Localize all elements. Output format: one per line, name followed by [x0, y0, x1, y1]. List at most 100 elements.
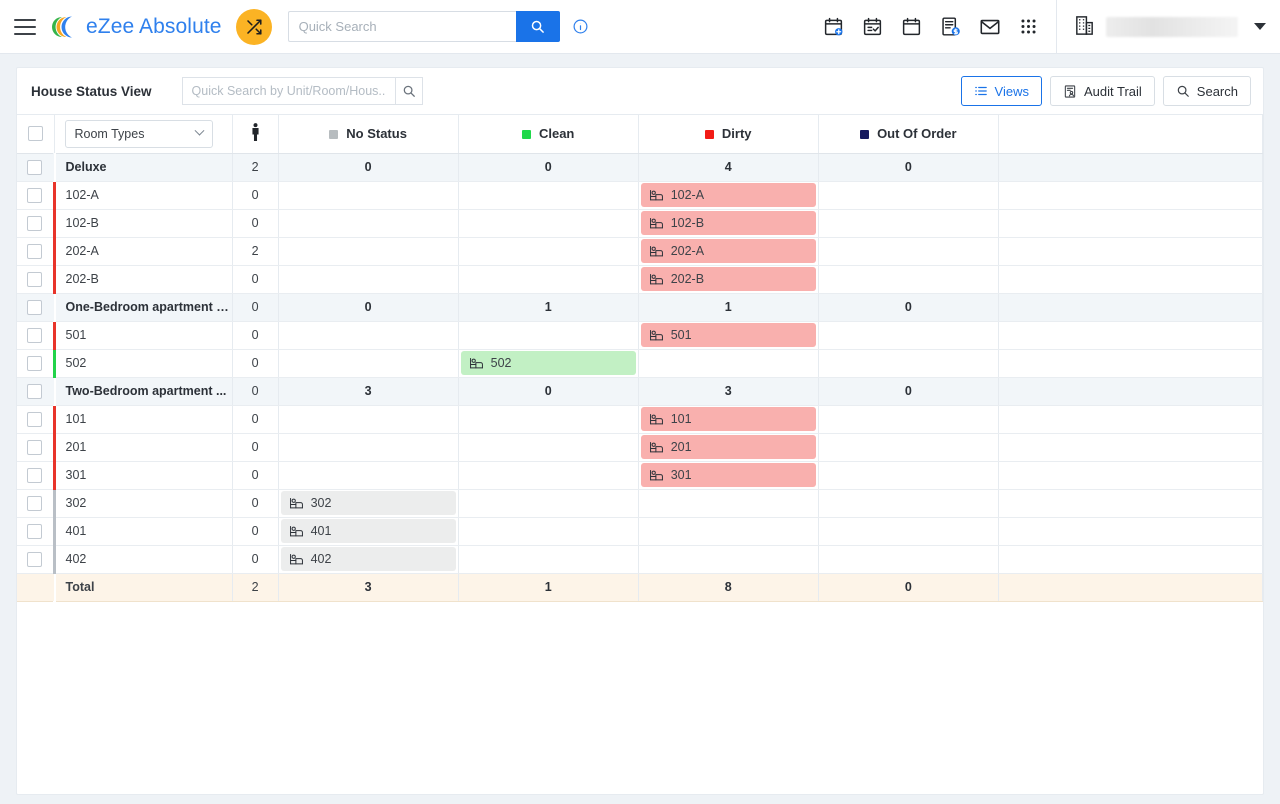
shuffle-icon[interactable]	[236, 9, 272, 45]
room-row[interactable]: 202-A2202-A	[17, 237, 1263, 265]
empty-cell[interactable]	[638, 545, 818, 573]
total-row[interactable]: Total23180	[17, 573, 1263, 601]
empty-cell[interactable]	[818, 265, 998, 293]
row-checkbox[interactable]	[27, 272, 42, 287]
room-chip[interactable]: 202-A	[641, 239, 816, 263]
empty-cell[interactable]	[818, 209, 998, 237]
empty-cell[interactable]	[638, 349, 818, 377]
room-type-group-row[interactable]: Two-Bedroom apartment ...03030	[17, 377, 1263, 405]
room-types-dropdown[interactable]: Room Types	[65, 120, 213, 148]
room-row[interactable]: 5010501	[17, 321, 1263, 349]
room-status-cell[interactable]: 201	[638, 433, 818, 461]
empty-cell[interactable]	[818, 181, 998, 209]
empty-cell[interactable]	[818, 237, 998, 265]
room-row[interactable]: 5020502	[17, 349, 1263, 377]
quick-search-input[interactable]	[288, 11, 516, 42]
calendar-icon[interactable]	[901, 16, 922, 37]
room-status-cell[interactable]: 102-A	[638, 181, 818, 209]
room-status-cell[interactable]: 302	[278, 489, 458, 517]
row-checkbox[interactable]	[27, 356, 42, 371]
empty-cell[interactable]	[458, 209, 638, 237]
mail-icon[interactable]	[979, 16, 1001, 38]
row-checkbox[interactable]	[27, 300, 42, 315]
room-row[interactable]: 202-B0202-B	[17, 265, 1263, 293]
empty-cell[interactable]	[458, 265, 638, 293]
empty-cell[interactable]	[638, 489, 818, 517]
room-row[interactable]: 3020302	[17, 489, 1263, 517]
room-chip[interactable]: 102-B	[641, 211, 816, 235]
room-status-cell[interactable]: 101	[638, 405, 818, 433]
row-checkbox[interactable]	[27, 216, 42, 231]
row-checkbox[interactable]	[27, 244, 42, 259]
calendar-plus-icon[interactable]	[823, 16, 844, 37]
empty-cell[interactable]	[818, 489, 998, 517]
room-status-cell[interactable]: 502	[458, 349, 638, 377]
empty-cell[interactable]	[458, 517, 638, 545]
room-chip[interactable]: 501	[641, 323, 816, 347]
empty-cell[interactable]	[278, 405, 458, 433]
room-chip[interactable]: 201	[641, 435, 816, 459]
room-row[interactable]: 2010201	[17, 433, 1263, 461]
empty-cell[interactable]	[458, 181, 638, 209]
room-chip[interactable]: 402	[281, 547, 456, 571]
room-chip[interactable]: 102-A	[641, 183, 816, 207]
row-checkbox[interactable]	[27, 328, 42, 343]
apps-grid-icon[interactable]	[1019, 17, 1038, 36]
empty-cell[interactable]	[818, 517, 998, 545]
chevron-down-icon[interactable]	[1254, 23, 1266, 30]
room-chip[interactable]: 502	[461, 351, 636, 375]
row-checkbox[interactable]	[27, 496, 42, 511]
row-checkbox[interactable]	[27, 412, 42, 427]
calendar-check-icon[interactable]	[862, 16, 883, 37]
empty-cell[interactable]	[818, 349, 998, 377]
empty-cell[interactable]	[638, 517, 818, 545]
row-checkbox[interactable]	[27, 160, 42, 175]
row-checkbox[interactable]	[27, 468, 42, 483]
empty-cell[interactable]	[278, 181, 458, 209]
row-checkbox[interactable]	[27, 524, 42, 539]
empty-cell[interactable]	[278, 433, 458, 461]
audit-trail-button[interactable]: Audit Trail	[1050, 76, 1155, 106]
unit-room-search-input[interactable]	[182, 77, 395, 105]
room-row[interactable]: 3010301	[17, 461, 1263, 489]
empty-cell[interactable]	[278, 461, 458, 489]
empty-cell[interactable]	[818, 461, 998, 489]
room-status-cell[interactable]: 102-B	[638, 209, 818, 237]
empty-cell[interactable]	[278, 237, 458, 265]
empty-cell[interactable]	[458, 545, 638, 573]
row-checkbox[interactable]	[27, 384, 42, 399]
room-row[interactable]: 1010101	[17, 405, 1263, 433]
empty-cell[interactable]	[458, 461, 638, 489]
row-checkbox[interactable]	[27, 552, 42, 567]
room-type-group-row[interactable]: Deluxe20040	[17, 153, 1263, 181]
empty-cell[interactable]	[278, 349, 458, 377]
room-chip[interactable]: 302	[281, 491, 456, 515]
room-status-cell[interactable]: 501	[638, 321, 818, 349]
empty-cell[interactable]	[458, 489, 638, 517]
hamburger-menu-icon[interactable]	[14, 19, 36, 35]
row-checkbox[interactable]	[27, 188, 42, 203]
room-status-cell[interactable]: 401	[278, 517, 458, 545]
quick-search-button[interactable]	[516, 11, 560, 42]
room-chip[interactable]: 401	[281, 519, 456, 543]
room-type-group-row[interactable]: One-Bedroom apartment w...00110	[17, 293, 1263, 321]
search-button[interactable]: Search	[1163, 76, 1251, 106]
select-all-checkbox[interactable]	[28, 126, 43, 141]
empty-cell[interactable]	[458, 237, 638, 265]
room-chip[interactable]: 101	[641, 407, 816, 431]
room-row[interactable]: 4020402	[17, 545, 1263, 573]
room-row[interactable]: 4010401	[17, 517, 1263, 545]
unit-room-search-button[interactable]	[395, 77, 423, 105]
empty-cell[interactable]	[278, 209, 458, 237]
room-status-cell[interactable]: 202-B	[638, 265, 818, 293]
room-status-cell[interactable]: 301	[638, 461, 818, 489]
empty-cell[interactable]	[818, 405, 998, 433]
empty-cell[interactable]	[818, 545, 998, 573]
info-circle-icon[interactable]	[572, 18, 589, 35]
empty-cell[interactable]	[278, 321, 458, 349]
empty-cell[interactable]	[458, 321, 638, 349]
empty-cell[interactable]	[458, 433, 638, 461]
room-row[interactable]: 102-B0102-B	[17, 209, 1263, 237]
row-checkbox[interactable]	[27, 440, 42, 455]
room-status-cell[interactable]: 202-A	[638, 237, 818, 265]
